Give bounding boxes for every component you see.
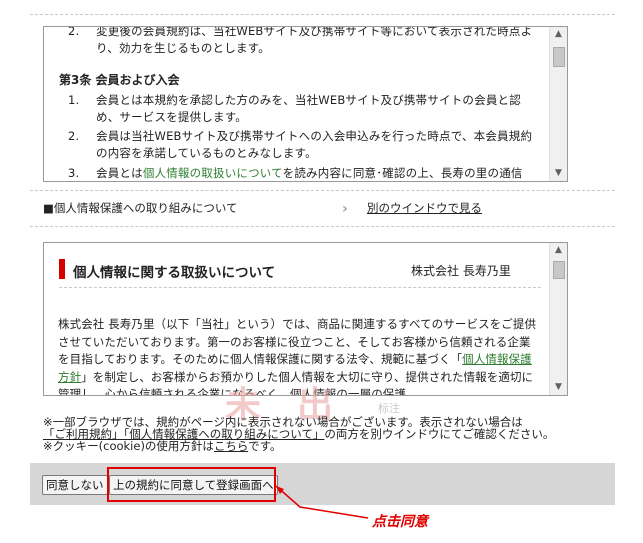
annotation-label: 点击同意: [372, 514, 428, 530]
annotation-arrow-icon: [275, 485, 369, 519]
